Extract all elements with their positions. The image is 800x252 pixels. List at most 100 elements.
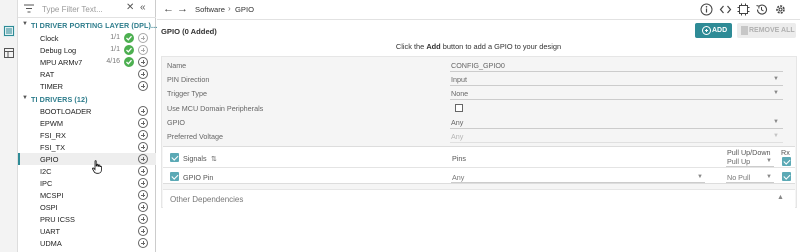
- sidebar-item-uart[interactable]: UART: [18, 225, 156, 237]
- item-label: FSI_RX: [40, 131, 66, 140]
- mcu-domain-checkbox[interactable]: [455, 104, 463, 112]
- sidebar-item-clock[interactable]: Clock 1/1: [18, 32, 156, 44]
- item-label: MPU ARMv7: [40, 58, 83, 67]
- add-circle-icon[interactable]: [138, 130, 148, 140]
- chevron-down-icon[interactable]: ▼: [773, 119, 779, 125]
- add-circle-icon[interactable]: [138, 45, 148, 55]
- item-count: 1/1: [110, 34, 120, 41]
- sidebar-item-gpio[interactable]: GPIO: [18, 153, 156, 165]
- sidebar-item-ipc[interactable]: IPC: [18, 177, 156, 189]
- gpio-pin-select[interactable]: Any: [452, 173, 464, 182]
- code-icon[interactable]: [719, 3, 732, 16]
- rx-all-checkbox[interactable]: [782, 157, 791, 166]
- sidebar-item-fsi-rx[interactable]: FSI_RX: [18, 129, 156, 141]
- name-field[interactable]: CONFIG_GPIO0: [451, 61, 505, 70]
- item-label: EPWM: [40, 119, 63, 128]
- sidebar-item-bootloader[interactable]: BOOTLOADER: [18, 105, 156, 117]
- history-icon[interactable]: [755, 3, 768, 16]
- collapse-sidebar-icon[interactable]: «: [140, 2, 146, 13]
- gpio-label: GPIO: [167, 118, 185, 127]
- breadcrumb-software[interactable]: Software: [195, 5, 225, 14]
- filter-input[interactable]: [42, 4, 122, 14]
- other-dependencies-label: Other Dependencies: [170, 195, 244, 204]
- gpio-pin-rx-checkbox[interactable]: [782, 172, 791, 181]
- chevron-up-icon[interactable]: ▲: [777, 194, 784, 201]
- signals-table: Signals ⇅ Pins Pull Up/Down Pull Up ▼ Rx…: [163, 146, 795, 184]
- hint-bold: Add: [426, 42, 441, 51]
- sidebar-item-mcspi[interactable]: MCSPI: [18, 189, 156, 201]
- add-circle-icon[interactable]: [138, 166, 148, 176]
- activity-rail: [0, 0, 18, 252]
- sort-icon[interactable]: ⇅: [211, 155, 217, 163]
- filter-icon[interactable]: [24, 3, 34, 14]
- add-circle-icon[interactable]: [138, 154, 148, 164]
- chevron-down-icon: ▼: [22, 95, 29, 101]
- config-panel: Name CONFIG_GPIO0 PIN Direction Input ▼ …: [161, 56, 797, 208]
- back-arrow-icon[interactable]: ←: [163, 3, 174, 15]
- sidebar-item-i2c[interactable]: I2C: [18, 165, 156, 177]
- gpio-select[interactable]: Any: [451, 118, 463, 127]
- pin-icon[interactable]: [737, 3, 750, 16]
- add-circle-icon[interactable]: [138, 106, 148, 116]
- sidebar-item-debug-log[interactable]: Debug Log 1/1: [18, 44, 156, 56]
- info-icon[interactable]: [700, 3, 713, 16]
- gpio-pin-pull-select[interactable]: No Pull: [727, 173, 750, 182]
- pin-direction-underline: [450, 85, 783, 86]
- signals-header: Signals: [183, 154, 207, 163]
- add-circle-icon[interactable]: [138, 238, 148, 248]
- module-header: GPIO (0 Added) ADD REMOVE ALL: [157, 20, 800, 42]
- add-circle-icon[interactable]: [138, 202, 148, 212]
- sidebar-item-udma[interactable]: UDMA: [18, 237, 156, 249]
- pin-direction-select[interactable]: Input: [451, 75, 467, 84]
- add-circle-icon[interactable]: [138, 33, 148, 43]
- top-toolbar: ← → Software › GPIO: [157, 0, 800, 20]
- pull-header-select[interactable]: Pull Up: [727, 157, 750, 166]
- breadcrumb-separator: ›: [228, 4, 231, 13]
- chevron-down-icon[interactable]: ▼: [697, 174, 703, 180]
- table-view-icon[interactable]: [3, 47, 15, 59]
- chevron-down-icon[interactable]: ▼: [773, 90, 779, 96]
- name-underline: [450, 71, 783, 72]
- trigger-type-select[interactable]: None: [451, 89, 468, 98]
- group-ti-driver-porting-layer[interactable]: ▼ TI DRIVER PORTING LAYER (DPL)...: [18, 20, 157, 31]
- sidebar-item-pru-icss[interactable]: PRU ICSS: [18, 213, 156, 225]
- add-circle-icon[interactable]: [138, 118, 148, 128]
- name-label: Name: [167, 61, 187, 70]
- sysconfig-window: ✕ « ▼ TI DRIVER PORTING LAYER (DPL)... C…: [0, 0, 800, 252]
- trigger-type-label: Trigger Type: [167, 89, 207, 98]
- item-label: GPIO: [40, 155, 59, 164]
- add-circle-icon[interactable]: [138, 57, 148, 67]
- sidebar-item-timer[interactable]: TIMER: [18, 80, 156, 92]
- group-ti-drivers[interactable]: ▼ TI DRIVERS (12): [18, 94, 156, 105]
- add-circle-icon[interactable]: [138, 142, 148, 152]
- add-circle-icon[interactable]: [138, 69, 148, 79]
- chevron-down-icon[interactable]: ▼: [766, 158, 772, 164]
- add-circle-icon[interactable]: [138, 214, 148, 224]
- sidebar-item-fsi-tx[interactable]: FSI_TX: [18, 141, 156, 153]
- item-count: 4/16: [106, 58, 120, 65]
- sidebar-item-rat[interactable]: RAT: [18, 68, 156, 80]
- other-dependencies[interactable]: Other Dependencies ▲: [163, 189, 795, 208]
- item-label: TIMER: [40, 82, 63, 91]
- add-circle-icon[interactable]: [138, 226, 148, 236]
- preferred-voltage-select: Any: [451, 132, 464, 141]
- item-label: OSPI: [40, 203, 58, 212]
- add-circle-icon[interactable]: [138, 190, 148, 200]
- gpio-pin-label: GPIO Pin: [183, 173, 214, 182]
- sidebar-item-epwm[interactable]: EPWM: [18, 117, 156, 129]
- add-circle-icon[interactable]: [138, 178, 148, 188]
- chevron-down-icon[interactable]: ▼: [773, 76, 779, 82]
- sidebar-item-mpu-armv7[interactable]: MPU ARMv7 4/16: [18, 56, 156, 68]
- add-circle-icon[interactable]: [138, 81, 148, 91]
- settings-icon[interactable]: [774, 3, 787, 16]
- chevron-down-icon[interactable]: ▼: [766, 174, 772, 180]
- item-label: Debug Log: [40, 46, 77, 55]
- clear-filter-icon[interactable]: ✕: [126, 2, 134, 13]
- add-button[interactable]: ADD: [695, 23, 732, 38]
- sidebar-item-ospi[interactable]: OSPI: [18, 201, 156, 213]
- forward-arrow-icon[interactable]: →: [177, 3, 188, 15]
- signals-checkbox[interactable]: [170, 153, 179, 162]
- software-view-icon[interactable]: [3, 25, 15, 37]
- remove-all-button[interactable]: REMOVE ALL: [737, 23, 796, 38]
- gpio-pin-checkbox[interactable]: [170, 172, 179, 181]
